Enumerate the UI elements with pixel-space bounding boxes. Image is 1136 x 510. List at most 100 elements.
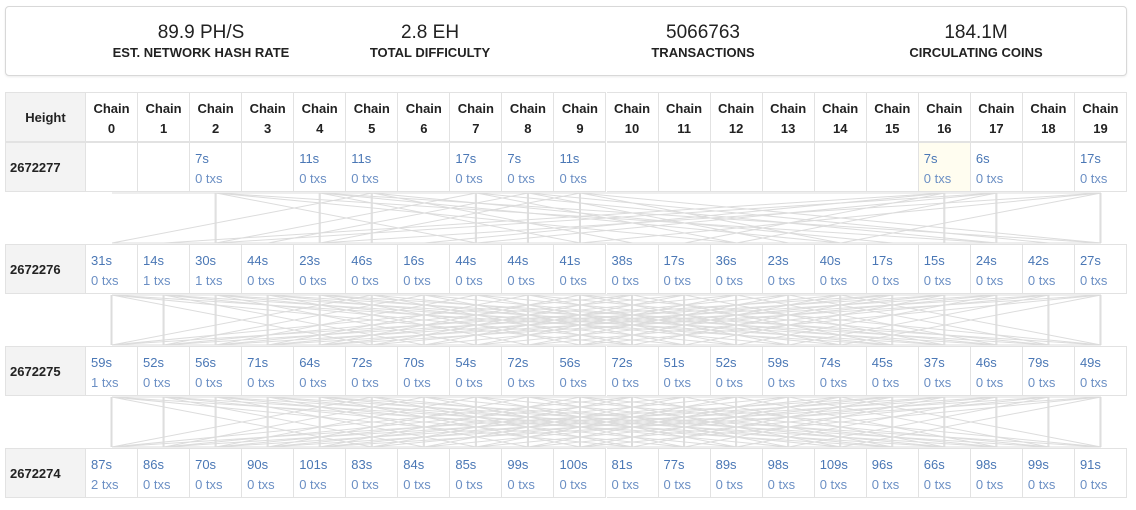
block-age[interactable]: 99s [1028,455,1074,475]
block-age[interactable]: 17s [664,251,710,271]
block-age[interactable]: 71s [247,353,293,373]
block-tx-count[interactable]: 0 txs [559,271,605,291]
block-age[interactable]: 100s [559,455,605,475]
block-age[interactable]: 14s [143,251,189,271]
block-cell[interactable]: 77s 0 txs [658,448,711,498]
block-age[interactable]: 49s [1080,353,1126,373]
block-age[interactable]: 72s [351,353,397,373]
block-cell[interactable]: 37s 0 txs [918,346,971,396]
block-tx-count[interactable]: 0 txs [143,373,189,393]
block-age[interactable]: 81s [612,455,658,475]
block-tx-count[interactable]: 0 txs [820,475,866,495]
block-age[interactable]: 7s [507,149,553,169]
block-tx-count[interactable]: 0 txs [351,169,397,189]
block-age[interactable]: 101s [299,455,345,475]
block-tx-count[interactable]: 0 txs [664,271,710,291]
block-cell[interactable]: 90s 0 txs [242,448,295,498]
block-age[interactable]: 51s [664,353,710,373]
block-age[interactable]: 91s [1080,455,1126,475]
block-tx-count[interactable]: 0 txs [455,373,501,393]
block-tx-count[interactable]: 0 txs [976,271,1022,291]
block-tx-count[interactable]: 0 txs [507,169,553,189]
block-cell[interactable]: 52s 0 txs [138,346,191,396]
block-age[interactable]: 40s [820,251,866,271]
block-cell[interactable]: 99s 0 txs [502,448,555,498]
block-age[interactable]: 54s [455,353,501,373]
block-age[interactable]: 56s [559,353,605,373]
block-tx-count[interactable]: 0 txs [976,373,1022,393]
block-tx-count[interactable]: 0 txs [664,475,710,495]
block-tx-count[interactable]: 0 txs [820,373,866,393]
block-cell[interactable]: 71s 0 txs [242,346,295,396]
block-tx-count[interactable]: 0 txs [247,373,293,393]
block-tx-count[interactable]: 0 txs [976,475,1022,495]
block-tx-count[interactable]: 0 txs [664,373,710,393]
block-tx-count[interactable]: 0 txs [195,169,241,189]
block-cell[interactable]: 56s 0 txs [554,346,607,396]
block-age[interactable]: 72s [507,353,553,373]
block-cell[interactable]: 89s 0 txs [710,448,763,498]
block-age[interactable]: 17s [872,251,918,271]
block-cell[interactable]: 54s 0 txs [450,346,503,396]
block-tx-count[interactable]: 0 txs [924,271,970,291]
block-tx-count[interactable]: 0 txs [403,271,449,291]
block-tx-count[interactable]: 0 txs [716,475,762,495]
block-tx-count[interactable]: 0 txs [455,271,501,291]
block-age[interactable]: 70s [403,353,449,373]
block-age[interactable]: 70s [195,455,241,475]
block-cell[interactable]: 79s 0 txs [1022,346,1075,396]
block-tx-count[interactable]: 0 txs [507,373,553,393]
block-age[interactable]: 30s [195,251,241,271]
block-cell[interactable]: 16s 0 txs [398,244,451,294]
block-tx-count[interactable]: 0 txs [299,475,345,495]
block-cell[interactable]: 99s 0 txs [1022,448,1075,498]
block-tx-count[interactable]: 0 txs [612,373,658,393]
block-cell[interactable]: 74s 0 txs [814,346,867,396]
block-age[interactable]: 72s [612,353,658,373]
block-age[interactable]: 45s [872,353,918,373]
block-cell[interactable]: 96s 0 txs [866,448,919,498]
block-age[interactable]: 74s [820,353,866,373]
block-tx-count[interactable]: 0 txs [351,475,397,495]
block-age[interactable]: 86s [143,455,189,475]
block-tx-count[interactable]: 1 txs [91,373,137,393]
block-cell[interactable]: 11s 0 txs [554,142,607,192]
block-cell[interactable]: 85s 0 txs [450,448,503,498]
block-cell[interactable]: 46s 0 txs [970,346,1023,396]
block-age[interactable]: 7s [924,149,970,169]
block-age[interactable]: 87s [91,455,137,475]
block-cell[interactable]: 7s 0 txs [502,142,555,192]
block-age[interactable]: 46s [976,353,1022,373]
block-tx-count[interactable]: 0 txs [403,475,449,495]
block-cell[interactable]: 72s 0 txs [502,346,555,396]
block-age[interactable]: 23s [768,251,814,271]
block-cell[interactable]: 40s 0 txs [814,244,867,294]
block-cell[interactable]: 23s 0 txs [294,244,347,294]
block-cell[interactable]: 11s 0 txs [294,142,347,192]
block-cell[interactable]: 59s 1 txs [86,346,139,396]
block-cell[interactable]: 17s 0 txs [1074,142,1127,192]
block-tx-count[interactable]: 0 txs [924,169,970,189]
block-cell[interactable]: 11s 0 txs [346,142,399,192]
block-age[interactable]: 27s [1080,251,1126,271]
block-cell[interactable]: 87s 2 txs [86,448,139,498]
block-cell[interactable]: 83s 0 txs [346,448,399,498]
block-age[interactable]: 11s [351,149,397,169]
block-tx-count[interactable]: 0 txs [351,271,397,291]
block-cell[interactable]: 86s 0 txs [138,448,191,498]
block-cell[interactable]: 72s 0 txs [606,346,659,396]
block-age[interactable]: 96s [872,455,918,475]
block-cell[interactable]: 51s 0 txs [658,346,711,396]
block-tx-count[interactable]: 0 txs [1028,475,1074,495]
block-age[interactable]: 17s [455,149,501,169]
block-cell[interactable]: 81s 0 txs [606,448,659,498]
block-height-label[interactable]: 2672276 [5,244,86,294]
block-tx-count[interactable]: 0 txs [559,373,605,393]
block-cell[interactable]: 6s 0 txs [970,142,1023,192]
block-age[interactable]: 16s [403,251,449,271]
block-age[interactable]: 85s [455,455,501,475]
block-cell[interactable]: 109s 0 txs [814,448,867,498]
block-age[interactable]: 11s [559,149,605,169]
block-tx-count[interactable]: 0 txs [872,271,918,291]
block-cell[interactable]: 7s 0 txs [190,142,243,192]
